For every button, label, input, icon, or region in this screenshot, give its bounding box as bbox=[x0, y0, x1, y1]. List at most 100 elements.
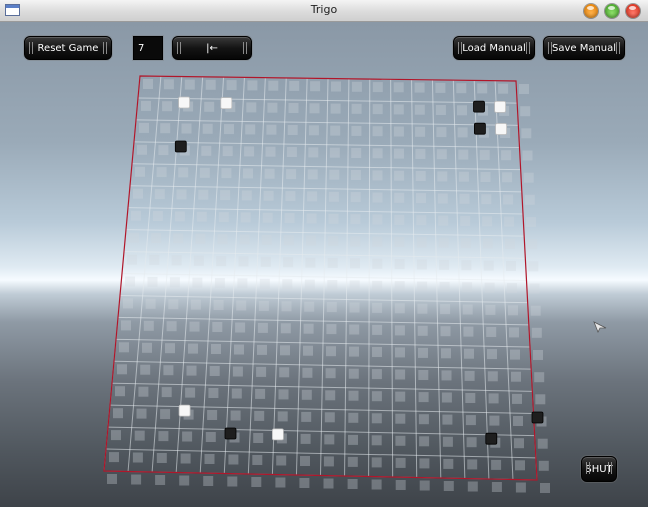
grid-cell-marker[interactable] bbox=[285, 191, 296, 202]
grid-cell-marker[interactable] bbox=[501, 150, 512, 161]
grid-cell-marker[interactable] bbox=[236, 300, 247, 311]
grid-cell-marker[interactable] bbox=[328, 213, 339, 224]
grid-cell-marker[interactable] bbox=[235, 322, 246, 333]
grid-cell-marker[interactable] bbox=[508, 305, 518, 316]
grid-cell-marker[interactable] bbox=[166, 321, 177, 332]
grid-cell-marker[interactable] bbox=[300, 433, 311, 444]
grid-cell-marker[interactable] bbox=[306, 235, 316, 246]
grid-cell-marker[interactable] bbox=[351, 103, 362, 114]
grid-cell-marker[interactable] bbox=[280, 345, 290, 356]
grid-cell-marker[interactable] bbox=[255, 388, 266, 399]
grid-cell-marker[interactable] bbox=[323, 456, 334, 467]
grid-cell-marker[interactable] bbox=[300, 456, 310, 466]
grid-cell-marker[interactable] bbox=[441, 348, 451, 359]
grid-cell-marker[interactable] bbox=[277, 411, 288, 422]
grid-cell-marker[interactable] bbox=[259, 278, 270, 289]
grid-cell-marker[interactable] bbox=[211, 344, 221, 354]
grid-cell-marker[interactable] bbox=[489, 415, 500, 426]
grid-cell-marker[interactable] bbox=[371, 391, 382, 402]
grid-cell-marker[interactable] bbox=[137, 144, 147, 155]
grid-cell-marker[interactable] bbox=[113, 408, 123, 419]
grid-cell-marker[interactable] bbox=[457, 127, 468, 138]
grid-cell-marker[interactable] bbox=[528, 261, 539, 272]
grid-cell-marker[interactable] bbox=[416, 215, 427, 226]
grid-cell-marker[interactable] bbox=[268, 80, 279, 91]
grid-cell-marker[interactable] bbox=[442, 436, 453, 447]
grid-cell-marker[interactable] bbox=[147, 276, 158, 287]
grid-cell-marker[interactable] bbox=[328, 191, 339, 202]
grid-cell-marker[interactable] bbox=[232, 366, 243, 377]
grid-cell-marker[interactable] bbox=[222, 146, 233, 157]
grid-cell-marker[interactable] bbox=[535, 394, 546, 405]
grid-cell-marker[interactable] bbox=[351, 148, 362, 158]
grid-cell-marker[interactable] bbox=[180, 453, 191, 464]
grid-cell-marker[interactable] bbox=[202, 123, 213, 134]
grid-cell-marker[interactable] bbox=[304, 301, 315, 312]
grid-cell-marker[interactable] bbox=[168, 299, 179, 310]
grid-cell-marker[interactable] bbox=[488, 393, 499, 404]
grid-cell-marker[interactable] bbox=[465, 415, 476, 426]
grid-cell-marker[interactable] bbox=[240, 212, 251, 223]
grid-cell-marker[interactable] bbox=[487, 371, 498, 382]
grid-cell-marker[interactable] bbox=[522, 150, 533, 161]
grid-cell-marker[interactable] bbox=[415, 126, 426, 137]
grid-cell-marker[interactable] bbox=[395, 480, 406, 490]
white-stone[interactable] bbox=[494, 101, 507, 113]
reset-game-button[interactable]: Reset Game bbox=[24, 36, 112, 60]
grid-cell-marker[interactable] bbox=[138, 386, 149, 397]
grid-cell-marker[interactable] bbox=[491, 482, 502, 492]
grid-cell-marker[interactable] bbox=[435, 82, 446, 93]
grid-cell-marker[interactable] bbox=[326, 346, 336, 357]
grid-cell-marker[interactable] bbox=[458, 171, 469, 182]
grid-cell-marker[interactable] bbox=[491, 459, 502, 470]
grid-cell-marker[interactable] bbox=[192, 277, 203, 288]
grid-cell-marker[interactable] bbox=[287, 125, 298, 135]
grid-cell-marker[interactable] bbox=[395, 391, 406, 402]
grid-cell-marker[interactable] bbox=[372, 126, 383, 137]
grid-cell-marker[interactable] bbox=[207, 410, 218, 420]
grid-cell-marker[interactable] bbox=[481, 194, 492, 205]
grid-cell-marker[interactable] bbox=[280, 323, 291, 334]
grid-cell-marker[interactable] bbox=[418, 414, 429, 425]
grid-cell-marker[interactable] bbox=[309, 103, 320, 114]
grid-cell-marker[interactable] bbox=[442, 414, 453, 425]
grid-cell-marker[interactable] bbox=[204, 454, 215, 464]
grid-cell-marker[interactable] bbox=[326, 302, 337, 313]
grid-cell-marker[interactable] bbox=[437, 171, 448, 182]
grid-cell-marker[interactable] bbox=[482, 238, 493, 249]
grid-cell-marker[interactable] bbox=[121, 320, 131, 331]
grid-cell-marker[interactable] bbox=[351, 81, 362, 92]
grid-cell-marker[interactable] bbox=[466, 437, 477, 448]
grid-cell-marker[interactable] bbox=[308, 147, 319, 158]
grid-cell-marker[interactable] bbox=[205, 432, 216, 442]
grid-cell-marker[interactable] bbox=[278, 389, 289, 400]
grid-cell-marker[interactable] bbox=[227, 476, 238, 487]
grid-cell-marker[interactable] bbox=[417, 281, 428, 292]
grid-cell-marker[interactable] bbox=[258, 300, 269, 311]
grid-cell-marker[interactable] bbox=[160, 123, 171, 134]
grid-cell-marker[interactable] bbox=[419, 458, 430, 469]
grid-cell-marker[interactable] bbox=[462, 304, 473, 315]
grid-cell-marker[interactable] bbox=[415, 171, 426, 181]
grid-cell-marker[interactable] bbox=[283, 257, 294, 268]
black-stone[interactable] bbox=[174, 140, 187, 153]
grid-cell-marker[interactable] bbox=[348, 434, 358, 445]
grid-cell-marker[interactable] bbox=[171, 255, 182, 266]
grid-cell-marker[interactable] bbox=[417, 303, 428, 314]
grid-cell-marker[interactable] bbox=[283, 235, 294, 246]
grid-cell-marker[interactable] bbox=[526, 217, 536, 227]
grid-cell-marker[interactable] bbox=[418, 392, 429, 403]
minimize-button[interactable] bbox=[584, 4, 598, 18]
grid-cell-marker[interactable] bbox=[111, 430, 121, 441]
grid-cell-marker[interactable] bbox=[208, 388, 219, 398]
grid-cell-marker[interactable] bbox=[439, 281, 450, 292]
grid-cell-marker[interactable] bbox=[123, 298, 133, 309]
grid-cell-marker[interactable] bbox=[510, 349, 520, 360]
grid-cell-marker[interactable] bbox=[457, 105, 467, 116]
grid-cell-marker[interactable] bbox=[507, 283, 517, 294]
grid-cell-marker[interactable] bbox=[467, 459, 478, 470]
grid-cell-marker[interactable] bbox=[502, 172, 513, 183]
grid-cell-marker[interactable] bbox=[247, 80, 258, 91]
grid-cell-marker[interactable] bbox=[350, 170, 361, 180]
grid-cell-marker[interactable] bbox=[302, 367, 313, 378]
